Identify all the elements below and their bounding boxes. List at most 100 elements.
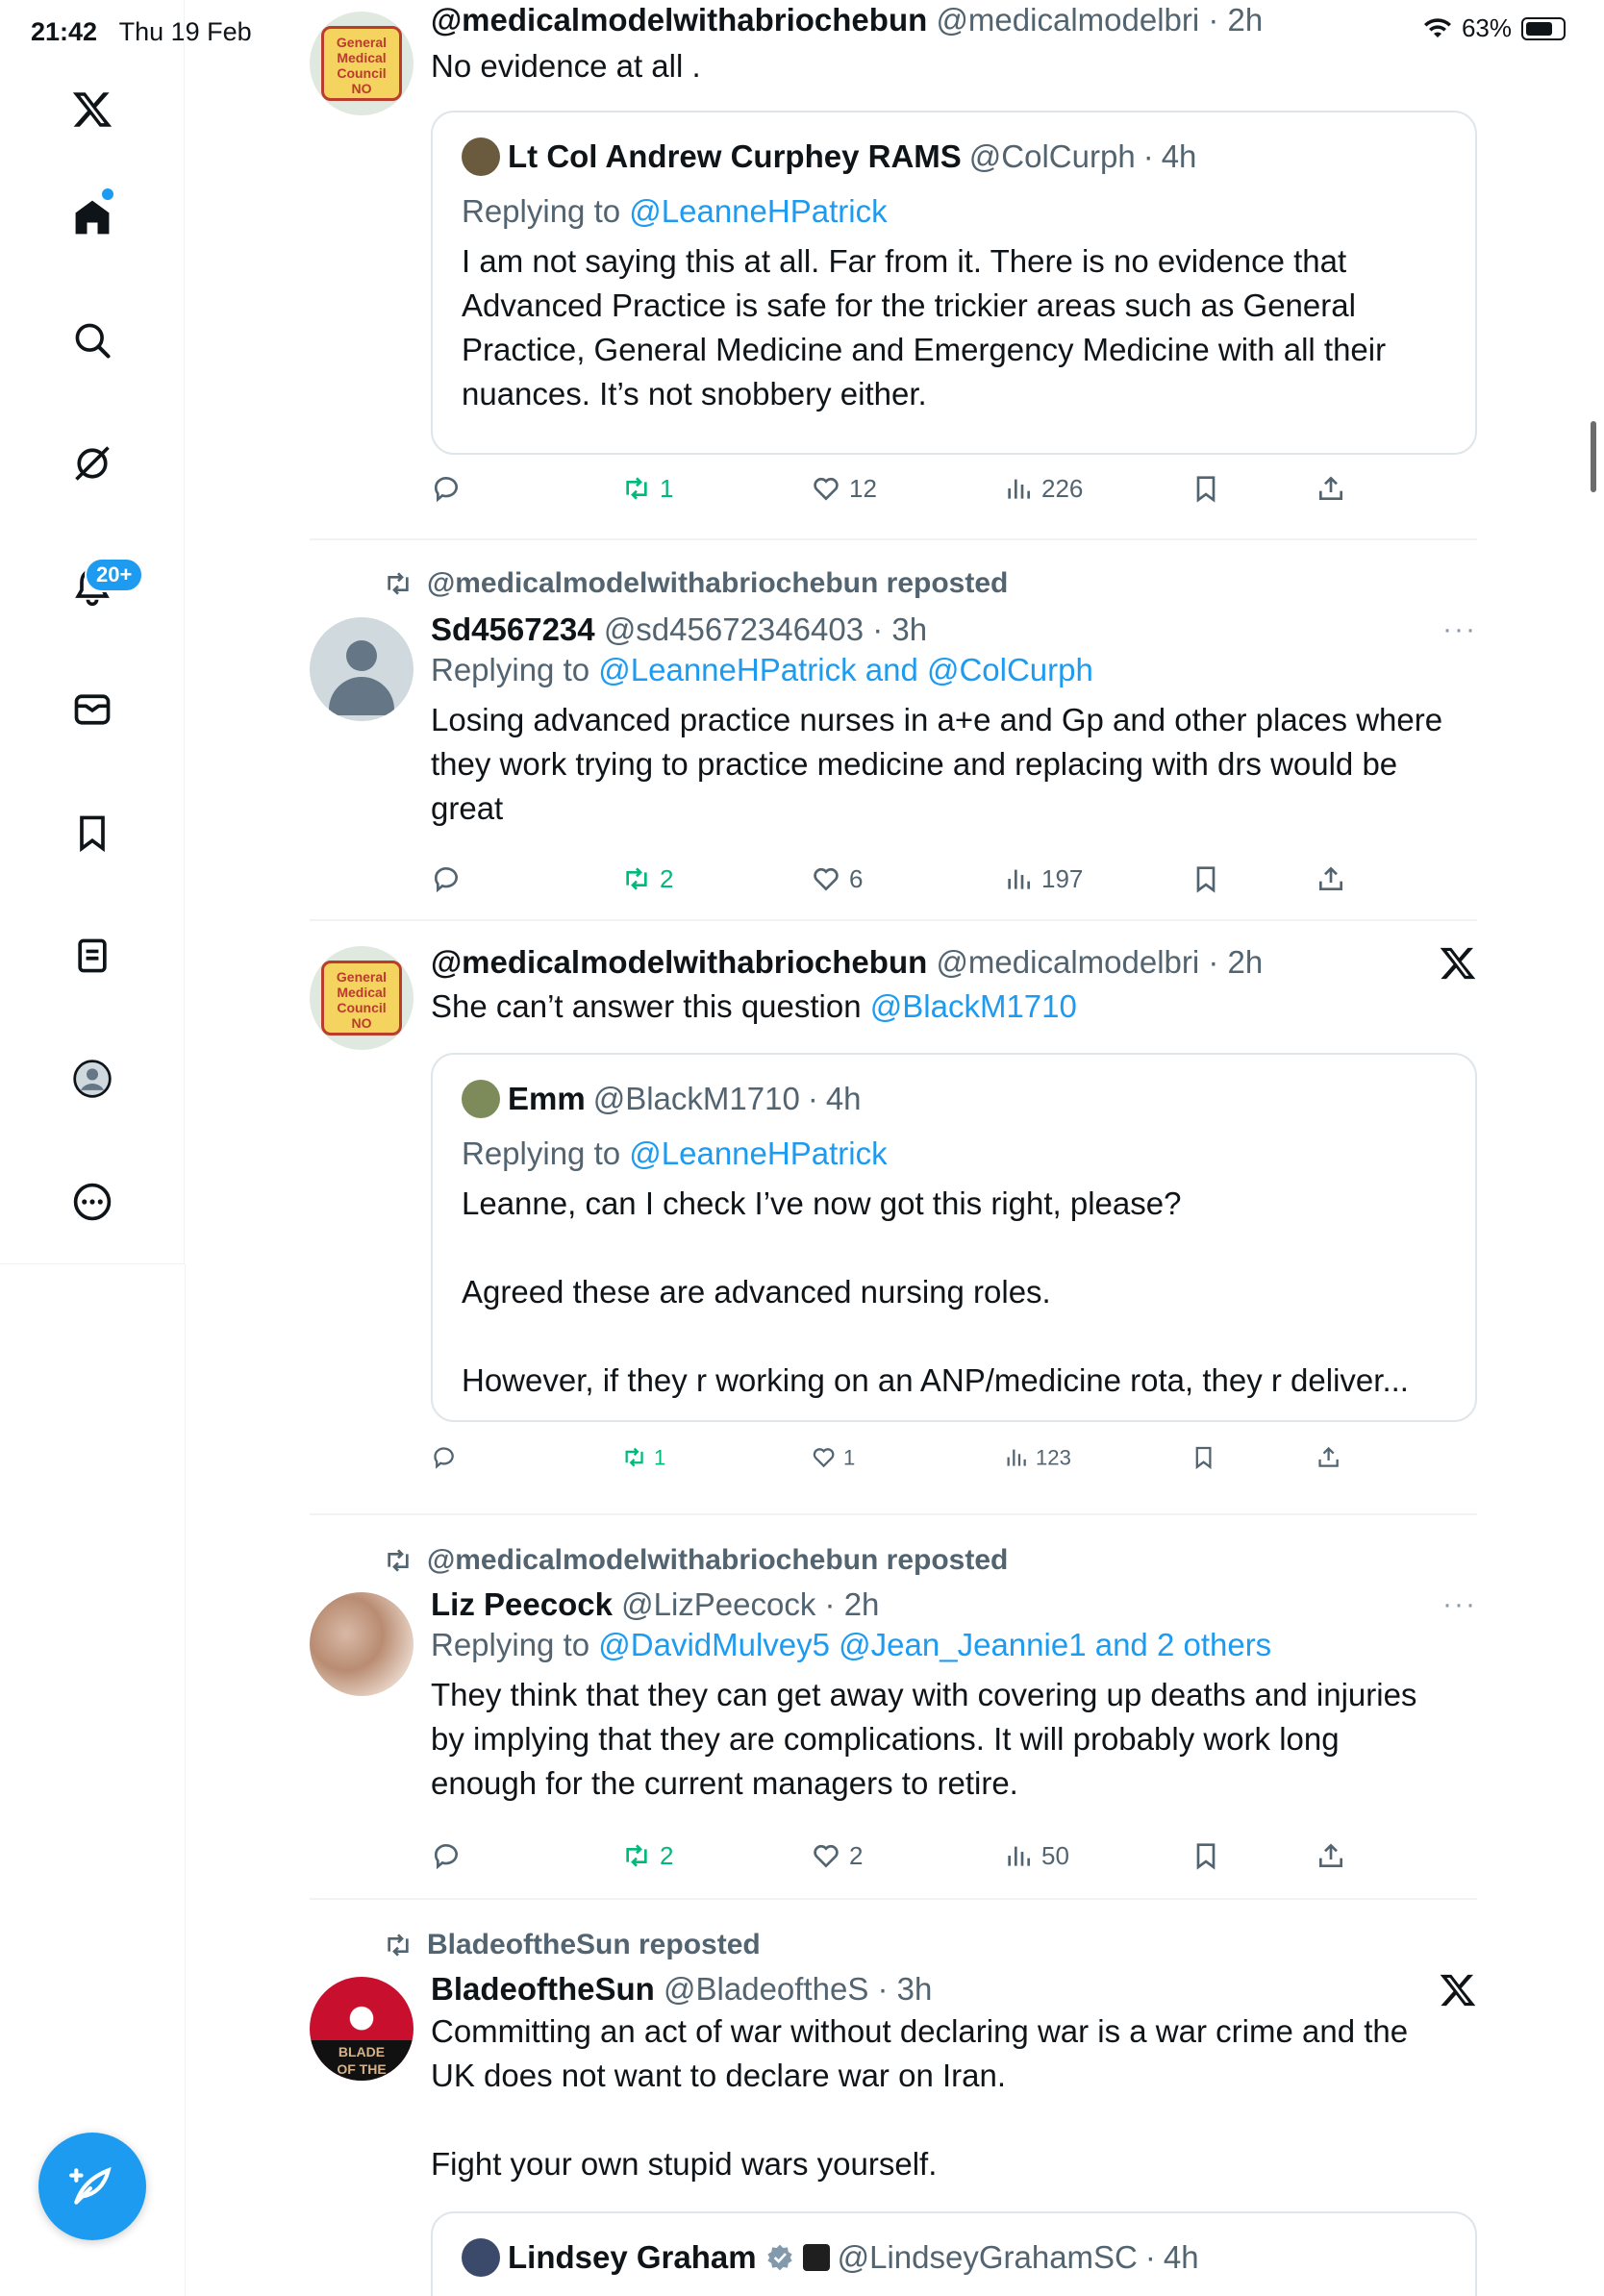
retweet-count: 2: [660, 1840, 674, 1870]
display-name[interactable]: @medicalmodelwithabriochebun: [431, 2, 927, 37]
like-button[interactable]: 1: [811, 1444, 855, 1470]
bookmark-button[interactable]: [1190, 1840, 1221, 1871]
reply-button[interactable]: [431, 1840, 462, 1871]
home-icon[interactable]: [58, 183, 127, 252]
handle[interactable]: @sd45672346403: [604, 611, 864, 647]
bookmark-button[interactable]: [1190, 473, 1221, 504]
handle[interactable]: @medicalmodelbri: [936, 2, 1199, 37]
view-count: 226: [1041, 473, 1084, 503]
replying-to: Replying to @LeanneHPatrick: [462, 193, 888, 229]
retweet-icon: [626, 477, 647, 500]
handle[interactable]: @medicalmodelbri: [936, 944, 1199, 980]
quote-display-name: Emm: [508, 1081, 586, 1116]
views-icon: [1007, 1449, 1026, 1466]
tweet[interactable]: @medicalmodelwithabriochebun reposted ··…: [310, 1536, 1477, 1902]
share-icon: [1318, 1446, 1339, 1467]
tweet[interactable]: General Medical Council NO @medicalmodelwit…: [310, 0, 1477, 519]
retweet-icon: [625, 1447, 643, 1467]
like-button[interactable]: 2: [811, 1840, 863, 1871]
retweet-icon: [388, 1549, 409, 1572]
messages-icon[interactable]: [58, 675, 127, 744]
retweet-button[interactable]: 2: [621, 1840, 673, 1871]
avatar[interactable]: BLADE OF THE: [310, 1977, 414, 2081]
home-unread-dot: [102, 188, 113, 200]
bookmark-icon: [1196, 866, 1216, 893]
verified-badge-icon: [766, 2244, 792, 2271]
profile-icon[interactable]: [58, 1044, 127, 1113]
quote-handle: @BlackM1710: [592, 1081, 800, 1116]
share-icon: [1319, 476, 1342, 500]
heart-icon: [813, 1448, 835, 1468]
lists-icon[interactable]: [58, 921, 127, 990]
timestamp[interactable]: 3h: [891, 611, 927, 647]
retweet-button[interactable]: 1: [621, 1444, 665, 1470]
tweet-text: No evidence at all .: [431, 48, 701, 84]
share-button[interactable]: [1316, 863, 1346, 894]
retweet-button[interactable]: 2: [621, 863, 673, 894]
display-name[interactable]: Sd4567234: [431, 611, 595, 647]
display-name[interactable]: BladeoftheSun: [431, 1971, 655, 2007]
quote-avatar: [462, 137, 500, 176]
avatar[interactable]: [310, 617, 414, 721]
views-button[interactable]: 226: [1003, 473, 1083, 504]
share-button[interactable]: [1316, 473, 1346, 504]
quoted-tweet[interactable]: Lindsey Graham @LindseyGrahamSC · 4h: [431, 2211, 1477, 2296]
mention-link[interactable]: @BlackM1710: [870, 988, 1077, 1024]
quote-handle: @ColCurph: [968, 138, 1136, 174]
display-name[interactable]: @medicalmodelwithabriochebun: [431, 944, 927, 980]
like-count: 1: [843, 1444, 856, 1469]
view-count: 197: [1041, 863, 1084, 893]
grok-icon[interactable]: [58, 429, 127, 498]
bookmark-icon: [1195, 1446, 1212, 1470]
views-icon: [1008, 479, 1030, 499]
like-count: 2: [849, 1840, 864, 1870]
avatar[interactable]: [310, 1592, 414, 1696]
bookmark-icon: [1196, 1843, 1216, 1870]
sidebar: 20+: [0, 0, 185, 1264]
quote-text: Leanne, can I check I’ve now got this ri…: [462, 1185, 1409, 1398]
bookmarks-icon[interactable]: [58, 798, 127, 867]
handle[interactable]: @BladeoftheS: [664, 1971, 868, 2007]
avatar[interactable]: General Medical Council NO: [310, 946, 414, 1050]
share-button[interactable]: [1316, 1444, 1341, 1470]
compose-post-button[interactable]: [38, 2133, 146, 2240]
retweet-icon: [388, 1934, 409, 1957]
views-button[interactable]: 50: [1003, 1840, 1069, 1871]
views-icon: [1008, 869, 1030, 889]
x-logo-icon[interactable]: [58, 75, 127, 144]
retweet-button[interactable]: 1: [621, 473, 673, 504]
reply-button[interactable]: [431, 473, 462, 504]
more-icon[interactable]: [58, 1167, 127, 1236]
bookmark-button[interactable]: [1190, 863, 1221, 894]
like-button[interactable]: 6: [811, 863, 863, 894]
share-button[interactable]: [1316, 1840, 1346, 1871]
views-button[interactable]: 123: [1003, 1444, 1071, 1470]
timestamp[interactable]: 2h: [1228, 944, 1264, 980]
tweet[interactable]: General Medical Council NO @medicalmodelwit…: [310, 942, 1477, 1510]
search-icon[interactable]: [58, 306, 127, 375]
reply-button[interactable]: [431, 1444, 457, 1470]
quote-text: I am not saying this at all. Far from it…: [462, 243, 1387, 412]
quote-display-name: Lt Col Andrew Curphey RAMS: [508, 138, 962, 174]
like-button[interactable]: 12: [811, 473, 877, 504]
timestamp[interactable]: 2h: [844, 1586, 880, 1622]
display-name[interactable]: Liz Peecock: [431, 1586, 613, 1622]
scrollbar[interactable]: [1591, 421, 1596, 492]
reply-button[interactable]: [431, 863, 462, 894]
quoted-tweet[interactable]: Emm @BlackM1710 · 4h Replying to @Leanne…: [431, 1053, 1477, 1422]
views-button[interactable]: 197: [1003, 863, 1083, 894]
bookmark-button[interactable]: [1190, 1444, 1216, 1470]
tweet[interactable]: @medicalmodelwithabriochebun reposted ··…: [310, 558, 1477, 923]
handle[interactable]: @LizPeecock: [621, 1586, 815, 1622]
like-count: 12: [849, 473, 877, 503]
like-count: 6: [849, 863, 864, 893]
repost-context: @medicalmodelwithabriochebun reposted: [383, 1544, 1008, 1577]
tweet-divider: [310, 919, 1477, 921]
tweet[interactable]: BladeoftheSun reposted BLADE OF THE Blade…: [310, 1921, 1477, 2296]
avatar[interactable]: General Medical Council NO: [310, 12, 414, 115]
reply-icon: [434, 1844, 458, 1870]
retweet-count: 2: [660, 863, 674, 893]
quoted-tweet[interactable]: Lt Col Andrew Curphey RAMS @ColCurph · 4…: [431, 111, 1477, 455]
timestamp[interactable]: 3h: [897, 1971, 933, 2007]
timestamp[interactable]: 2h: [1228, 2, 1264, 37]
